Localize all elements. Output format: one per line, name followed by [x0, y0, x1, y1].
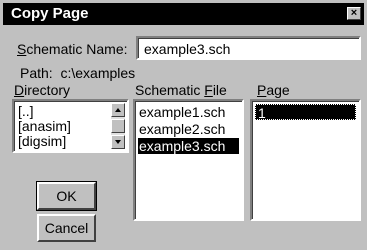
- schematic-file-label: Schematic File: [135, 82, 227, 98]
- path-value: c:\examples: [60, 65, 136, 81]
- directory-item[interactable]: [anasim]: [18, 118, 71, 134]
- file-item[interactable]: example1.sch: [139, 104, 225, 120]
- close-button[interactable]: ×: [347, 7, 361, 20]
- directory-item[interactable]: [..]: [18, 103, 34, 119]
- ok-button[interactable]: OK: [36, 181, 97, 211]
- directory-scrollbar[interactable]: [111, 103, 125, 149]
- page-label: Page: [257, 82, 290, 98]
- arrow-down-icon: [115, 140, 121, 144]
- scroll-down-button[interactable]: [111, 135, 125, 149]
- directory-label: Directory: [14, 82, 71, 98]
- file-item[interactable]: example2.sch: [139, 121, 225, 137]
- scroll-thumb[interactable]: [111, 119, 125, 133]
- scroll-up-button[interactable]: [111, 103, 125, 117]
- close-icon: ×: [350, 7, 358, 19]
- schematic-name-input[interactable]: example3.sch: [136, 36, 361, 60]
- schematic-name-value: example3.sch: [144, 41, 231, 57]
- copy-page-dialog: Copy Page × Schematic Name: example3.sch…: [0, 0, 367, 250]
- window-title: Copy Page: [11, 5, 89, 22]
- page-list[interactable]: 1: [250, 99, 361, 221]
- cancel-button[interactable]: Cancel: [37, 214, 96, 242]
- page-item-selected[interactable]: 1: [255, 104, 356, 121]
- schematic-file-list[interactable]: example1.sch example2.sch example3.sch: [133, 99, 244, 221]
- directory-list[interactable]: [..] [anasim] [digsim]: [12, 99, 129, 153]
- directory-item[interactable]: [digsim]: [18, 133, 66, 149]
- path-label: Path:: [20, 65, 53, 81]
- arrow-up-icon: [115, 108, 121, 112]
- title-bar: Copy Page ×: [3, 3, 364, 25]
- file-item-selected[interactable]: example3.sch: [138, 138, 239, 154]
- path-row: Path: c:\examples: [20, 65, 135, 81]
- schematic-name-label: Schematic Name:: [17, 41, 128, 57]
